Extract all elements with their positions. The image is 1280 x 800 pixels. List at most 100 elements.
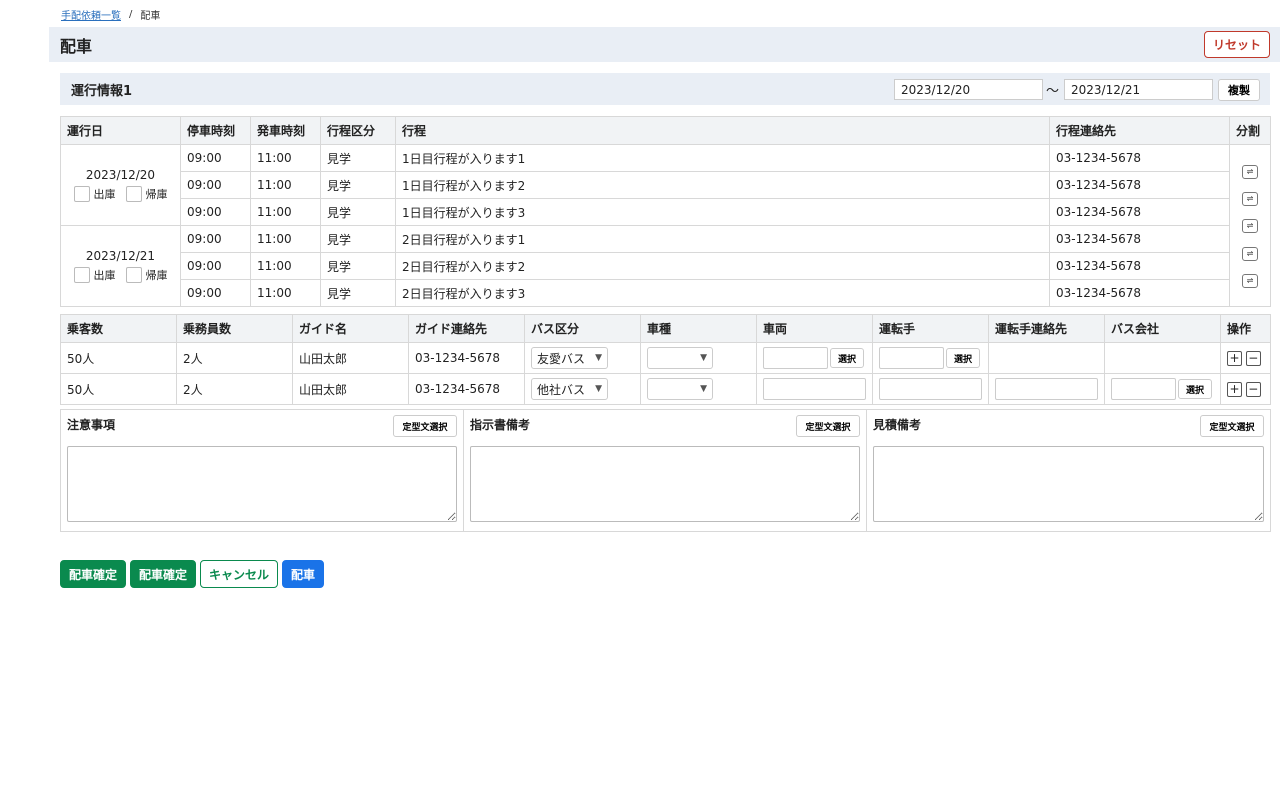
instruction-notes-cell: 指示書備考 定型文選択 [463, 409, 867, 532]
driver-contact [988, 342, 1105, 374]
stop-time: 09:00 [180, 171, 251, 199]
vehicle-input[interactable] [763, 378, 866, 400]
driver-contact-input[interactable] [995, 378, 1098, 400]
remove-row-icon[interactable]: − [1245, 350, 1261, 366]
cancel-button[interactable]: キャンセル [200, 560, 279, 588]
checkbox-label: 出庫 [93, 188, 116, 201]
checkbox-garage-out[interactable] [73, 267, 90, 283]
add-row-icon[interactable]: + [1227, 381, 1242, 397]
bus-company-input[interactable] [1111, 378, 1176, 400]
add-row-icon[interactable]: + [1227, 350, 1242, 366]
table-row: 2023/12/21 出庫 帰庫 09:00 11:00 見学 2日目行程が入り… [60, 225, 1271, 307]
crew-count: 2人 [176, 373, 293, 405]
breadcrumb-separator: / [129, 9, 133, 20]
bus-company [1104, 342, 1221, 374]
itinerary-contact: 03-1234-5678 [1049, 225, 1230, 253]
chevron-down-icon: ▼ [595, 353, 602, 363]
col-itinerary-type: 行程区分 [320, 116, 396, 145]
instruction-template-button[interactable]: 定型文選択 [796, 415, 860, 437]
vehicle-class-select[interactable]: ▼ [647, 347, 713, 369]
driver-input[interactable] [879, 347, 944, 369]
col-guide-name: ガイド名 [292, 314, 409, 343]
instruction-notes-label: 指示書備考 [470, 418, 531, 432]
caution-notes-textarea[interactable] [67, 446, 457, 522]
split-icon[interactable]: ⇌ [1242, 192, 1258, 206]
instruction-notes-textarea[interactable] [470, 446, 860, 522]
guide-contact: 03-1234-5678 [408, 342, 525, 374]
split-icon[interactable]: ⇌ [1242, 165, 1258, 179]
itinerary-contact: 03-1234-5678 [1049, 144, 1230, 172]
bus-company-cell: 選択 [1104, 373, 1221, 405]
itinerary-desc: 2日目行程が入ります3 [395, 279, 1050, 307]
checkbox-garage-return[interactable] [125, 186, 142, 202]
driver-input[interactable] [879, 378, 982, 400]
itinerary-desc: 1日目行程が入ります2 [395, 171, 1050, 199]
split-icon[interactable]: ⇌ [1242, 247, 1258, 261]
itinerary-type: 見学 [320, 279, 396, 307]
confirm-dispatch-button[interactable]: 配車確定 [60, 560, 127, 588]
caution-notes-cell: 注意事項 定型文選択 [60, 409, 464, 532]
itinerary-desc: 1日目行程が入ります3 [395, 198, 1050, 226]
bus-type-cell: 他社バス ▼ [524, 373, 641, 405]
vehicle-pick-button[interactable]: 選択 [830, 348, 864, 368]
stop-time: 09:00 [180, 279, 251, 307]
itinerary-contact: 03-1234-5678 [1049, 252, 1230, 280]
date-from-input[interactable] [894, 79, 1043, 100]
reset-button[interactable]: リセット [1204, 31, 1270, 58]
table-row: 09:00 11:00 見学 2日目行程が入ります3 03-1234-5678 [61, 279, 1271, 307]
operation-date: 2023/12/21 [85, 249, 156, 263]
vehicle-class-select[interactable]: ▼ [647, 378, 713, 400]
dispatch-button[interactable]: 配車 [282, 560, 325, 588]
chevron-down-icon: ▼ [595, 384, 602, 394]
split-icon[interactable]: ⇌ [1242, 219, 1258, 233]
depart-time: 11:00 [250, 225, 321, 253]
bus-type-select[interactable]: 他社バス ▼ [531, 378, 608, 400]
operation-date-cell: 2023/12/20 出庫 帰庫 [60, 144, 181, 226]
itinerary-desc: 1日目行程が入ります1 [395, 144, 1050, 172]
breadcrumb-link-request-list[interactable]: 手配依頼一覧 [61, 7, 121, 22]
caution-template-button[interactable]: 定型文選択 [393, 415, 457, 437]
estimate-template-button[interactable]: 定型文選択 [1200, 415, 1264, 437]
bus-type-value: 友愛バス [537, 351, 586, 366]
depart-time: 11:00 [250, 252, 321, 280]
operation-cell: + − [1220, 373, 1271, 405]
vehicle-class-cell: ▼ [640, 373, 757, 405]
estimate-notes-cell: 見積備考 定型文選択 [866, 409, 1271, 532]
bus-company-pick-button[interactable]: 選択 [1178, 379, 1212, 399]
guide-name: 山田太郎 [292, 342, 409, 374]
vehicle-input[interactable] [763, 347, 828, 369]
bus-type-select[interactable]: 友愛バス ▼ [531, 347, 608, 369]
copy-button[interactable]: 複製 [1218, 79, 1260, 101]
chevron-down-icon: ▼ [700, 353, 707, 363]
driver-cell [872, 373, 989, 405]
remove-row-icon[interactable]: − [1245, 381, 1261, 397]
depart-time: 11:00 [250, 198, 321, 226]
confirm-dispatch-button-2[interactable]: 配車確定 [130, 560, 197, 588]
col-passengers: 乗客数 [60, 314, 177, 343]
depart-time: 11:00 [250, 279, 321, 307]
checkbox-garage-return[interactable] [125, 267, 142, 283]
crew-count: 2人 [176, 342, 293, 374]
page-header: 配車 リセット [49, 27, 1280, 62]
checkbox-garage-out[interactable] [73, 186, 90, 202]
breadcrumb-current: 配車 [140, 11, 161, 22]
col-stop-time: 停車時刻 [180, 116, 251, 145]
itinerary-contact: 03-1234-5678 [1049, 279, 1230, 307]
col-bus-type: バス区分 [524, 314, 641, 343]
driver-cell: 選択 [872, 342, 989, 374]
bus-type-cell: 友愛バス ▼ [524, 342, 641, 374]
date-to-input[interactable] [1064, 79, 1213, 100]
depart-time: 11:00 [250, 144, 321, 172]
split-icon[interactable]: ⇌ [1242, 274, 1258, 288]
passengers: 50人 [60, 373, 177, 405]
col-driver: 運転手 [872, 314, 989, 343]
split-cell: ⇌ ⇌ ⇌ ⇌ ⇌ [1229, 144, 1271, 307]
col-vehicle-class: 車種 [640, 314, 757, 343]
driver-pick-button[interactable]: 選択 [946, 348, 980, 368]
notes-table: 注意事項 定型文選択 指示書備考 定型文選択 見積備考 定型文選択 [60, 409, 1271, 532]
table-row: 2023/12/20 出庫 帰庫 09:00 11:00 見学 1日目行程が入り… [60, 144, 1271, 307]
estimate-notes-textarea[interactable] [873, 446, 1264, 522]
col-split: 分割 [1229, 116, 1271, 145]
page-title: 配車 [60, 36, 93, 56]
operation-date-cell: 2023/12/21 出庫 帰庫 [60, 225, 181, 307]
